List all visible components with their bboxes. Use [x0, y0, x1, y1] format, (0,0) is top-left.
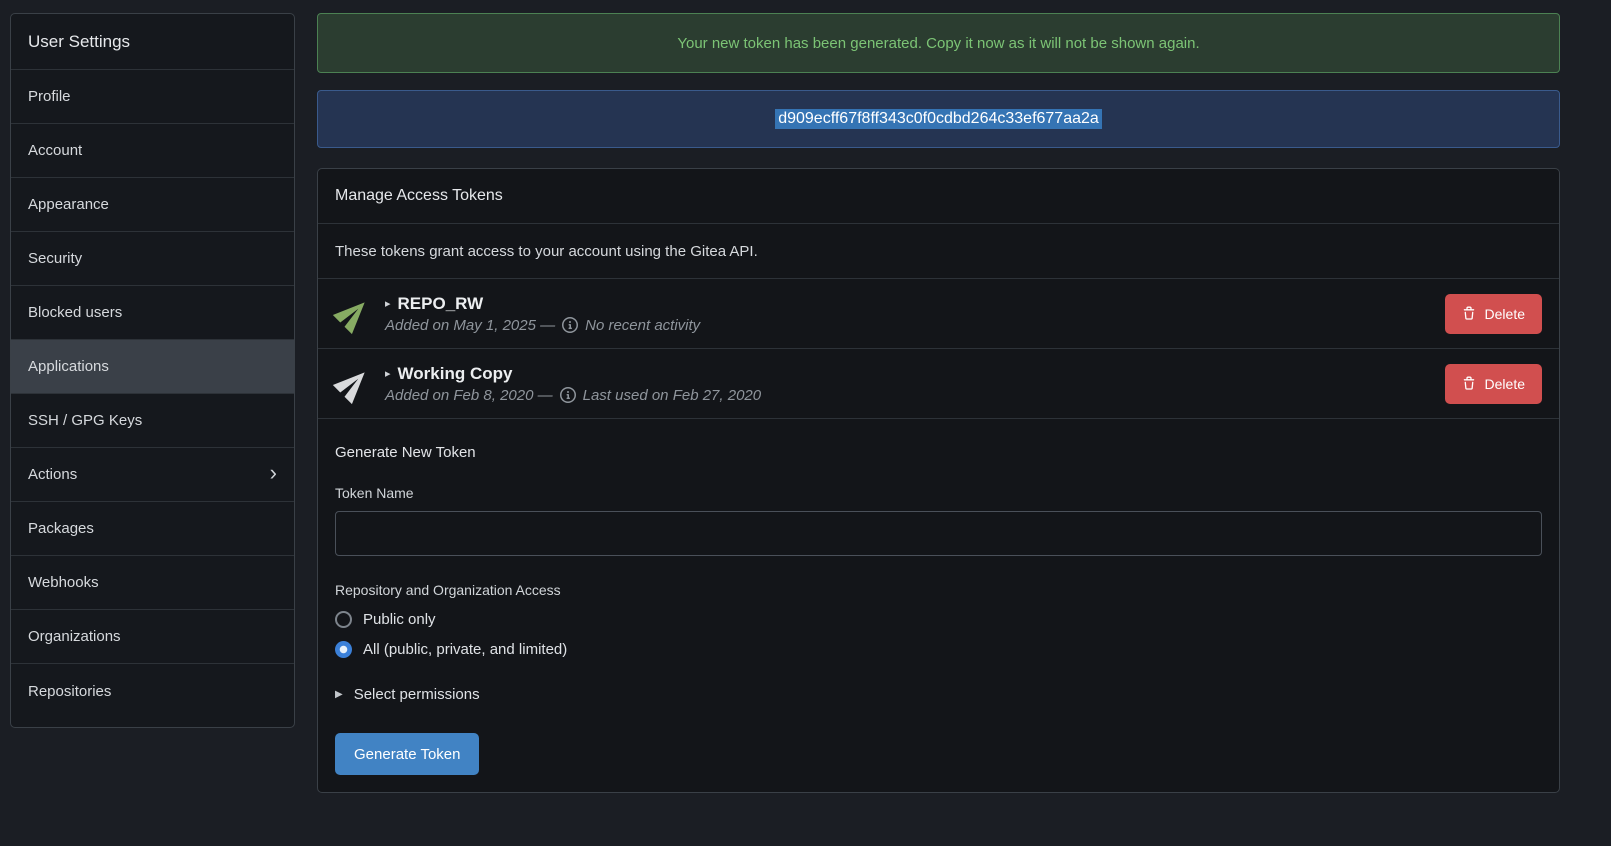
radio-button-icon[interactable] — [335, 611, 352, 628]
sidebar-item-repositories[interactable]: Repositories — [11, 664, 294, 718]
sidebar-title: User Settings — [11, 14, 294, 70]
token-meta: Added on Feb 8, 2020 — Last used on Feb … — [385, 387, 1445, 404]
token-name[interactable]: ▸ REPO_RW — [385, 294, 1445, 314]
repo-org-access-label: Repository and Organization Access — [335, 582, 1542, 598]
manage-tokens-panel: Manage Access Tokens These tokens grant … — [317, 168, 1560, 793]
new-token-value[interactable]: d909ecff67f8ff343c0f0cdbd264c33ef677aa2a — [775, 109, 1102, 129]
generate-token-section: Generate New Token Token Name Repository… — [318, 419, 1559, 792]
chevron-right-icon: › — [270, 462, 277, 484]
trash-icon — [1462, 306, 1476, 321]
sidebar-item-appearance[interactable]: Appearance — [11, 178, 294, 232]
main-content: Your new token has been generated. Copy … — [317, 13, 1560, 846]
token-name[interactable]: ▸ Working Copy — [385, 364, 1445, 384]
new-token-box[interactable]: d909ecff67f8ff343c0f0cdbd264c33ef677aa2a — [317, 90, 1560, 148]
sidebar-item-actions[interactable]: Actions › — [11, 448, 294, 502]
caret-right-icon: ▸ — [385, 367, 391, 380]
success-flash-message: Your new token has been generated. Copy … — [317, 13, 1560, 73]
sidebar-item-organizations[interactable]: Organizations — [11, 610, 294, 664]
token-name-label: Token Name — [335, 485, 1542, 501]
panel-title: Manage Access Tokens — [318, 169, 1559, 224]
settings-page: User Settings Profile Account Appearance… — [0, 0, 1611, 846]
radio-all-access[interactable]: All (public, private, and limited) — [335, 641, 1542, 658]
sidebar-item-ssh-gpg-keys[interactable]: SSH / GPG Keys — [11, 394, 294, 448]
generate-token-button[interactable]: Generate Token — [335, 733, 479, 775]
token-row: ▸ REPO_RW Added on May 1, 2025 — No rece… — [318, 279, 1559, 349]
token-name-input[interactable] — [335, 511, 1542, 556]
sidebar-item-packages[interactable]: Packages — [11, 502, 294, 556]
caret-right-icon: ▸ — [385, 297, 391, 310]
paper-plane-icon — [328, 288, 379, 339]
select-permissions-toggle[interactable]: ▶ Select permissions — [335, 686, 1542, 703]
settings-sidebar: User Settings Profile Account Appearance… — [10, 13, 295, 728]
sidebar-item-blocked-users[interactable]: Blocked users — [11, 286, 294, 340]
paper-plane-icon — [328, 358, 379, 409]
generate-token-heading: Generate New Token — [335, 444, 1542, 461]
delete-token-button[interactable]: Delete — [1445, 364, 1542, 404]
delete-token-button[interactable]: Delete — [1445, 294, 1542, 334]
caret-right-icon: ▶ — [335, 689, 343, 700]
info-icon — [560, 387, 576, 403]
sidebar-item-applications[interactable]: Applications — [11, 340, 294, 394]
sidebar-item-security[interactable]: Security — [11, 232, 294, 286]
radio-public-only[interactable]: Public only — [335, 611, 1542, 628]
sidebar-item-profile[interactable]: Profile — [11, 70, 294, 124]
panel-description: These tokens grant access to your accoun… — [318, 224, 1559, 279]
radio-button-icon[interactable] — [335, 641, 352, 658]
trash-icon — [1462, 376, 1476, 391]
token-meta: Added on May 1, 2025 — No recent activit… — [385, 317, 1445, 334]
sidebar-item-account[interactable]: Account — [11, 124, 294, 178]
sidebar-item-webhooks[interactable]: Webhooks — [11, 556, 294, 610]
info-icon — [562, 317, 578, 333]
token-row: ▸ Working Copy Added on Feb 8, 2020 — La… — [318, 349, 1559, 419]
